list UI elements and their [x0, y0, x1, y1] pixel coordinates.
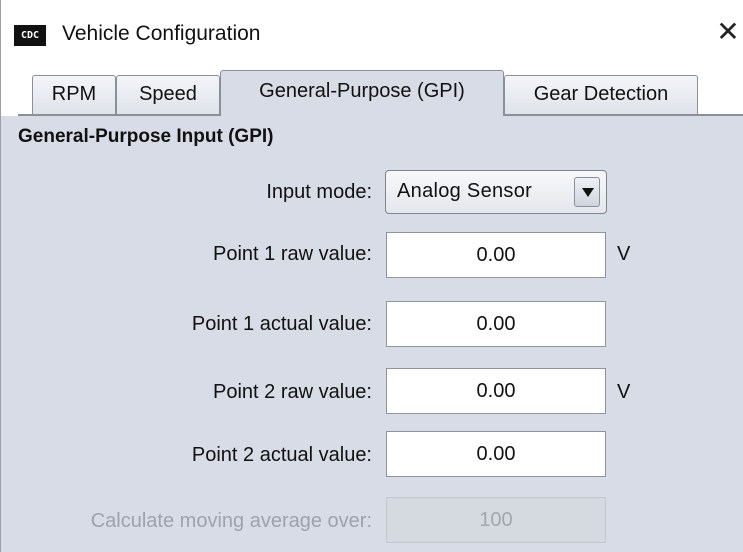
- point2-raw-input[interactable]: 0.00: [386, 368, 606, 414]
- point1-actual-input[interactable]: 0.00: [386, 301, 606, 347]
- window-title: Vehicle Configuration: [62, 22, 261, 45]
- moving-average-label: Calculate moving average over:: [90, 510, 372, 532]
- point2-raw-label: Point 2 raw value:: [213, 381, 372, 403]
- section-title: General-Purpose Input (GPI): [18, 126, 274, 147]
- point1-actual-label: Point 1 actual value:: [191, 313, 372, 335]
- point1-raw-input[interactable]: 0.00: [386, 232, 606, 278]
- tab-speed[interactable]: Speed: [116, 75, 220, 114]
- point1-raw-label: Point 1 raw value:: [213, 243, 372, 265]
- point1-raw-unit: V: [617, 243, 631, 265]
- input-mode-selected-value: Analog Sensor: [397, 180, 533, 202]
- point2-raw-unit: V: [617, 381, 631, 403]
- point2-actual-label: Point 2 actual value:: [191, 444, 372, 466]
- tab-general-purpose-gpi[interactable]: General-Purpose (GPI): [220, 70, 504, 116]
- close-button[interactable]: ✕: [711, 14, 743, 50]
- point2-actual-input[interactable]: 0.00: [386, 431, 606, 477]
- tab-rpm[interactable]: RPM: [32, 75, 116, 114]
- moving-average-input: 100: [386, 497, 606, 543]
- chevron-down-icon[interactable]: [574, 177, 600, 207]
- input-mode-dropdown[interactable]: Analog Sensor: [385, 170, 607, 214]
- input-mode-label: Input mode:: [266, 181, 372, 203]
- app-logo-icon: CDC: [14, 25, 46, 46]
- title-bar[interactable]: CDC Vehicle Configuration ✕: [1, 0, 743, 68]
- vehicle-configuration-window: CDC Vehicle Configuration ✕ RPM Speed Ge…: [0, 0, 743, 552]
- tab-gear-detection[interactable]: Gear Detection: [504, 75, 698, 114]
